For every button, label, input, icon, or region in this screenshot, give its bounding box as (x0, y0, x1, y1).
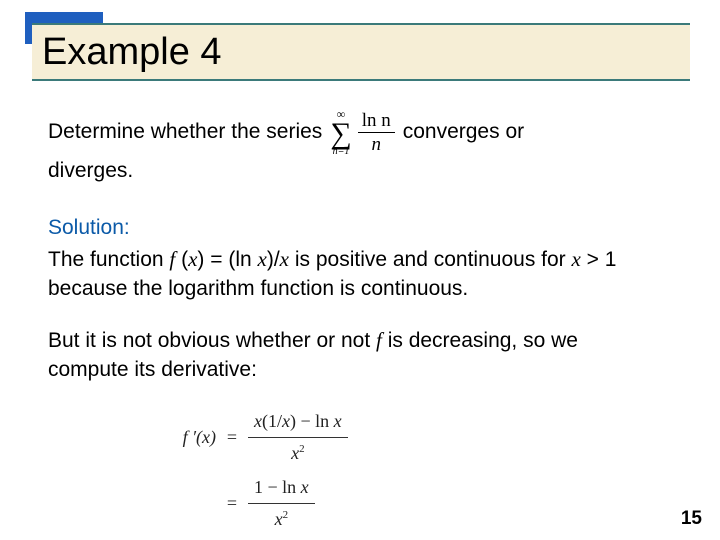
fraction-numerator: ln n (358, 111, 395, 133)
sum-lower: n=1 (333, 147, 350, 157)
sigma-operator: ∞ ∑ n=1 (330, 108, 351, 157)
derivative-lhs: f ′(x) (158, 425, 216, 450)
fraction-denominator: n (371, 133, 381, 154)
derivative-expression: f ′(x) = x(1/x) − ln x x2 = 1 − ln x x2 (158, 409, 658, 532)
problem-text-c: diverges. (48, 157, 658, 186)
spacer (48, 186, 658, 214)
derivative-line-1: f ′(x) = x(1/x) − ln x x2 (158, 409, 348, 466)
problem-text-b: converges or (403, 118, 524, 147)
problem-statement: Determine whether the series ∞ ∑ n=1 ln … (48, 108, 658, 186)
series-expression: ∞ ∑ n=1 ln n n (330, 108, 394, 157)
problem-line-1: Determine whether the series ∞ ∑ n=1 ln … (48, 108, 658, 157)
derivative-frac-1: x(1/x) − ln x x2 (248, 409, 348, 466)
frac2-denominator: x2 (275, 504, 289, 532)
slide-body: Determine whether the series ∞ ∑ n=1 ln … (48, 108, 658, 532)
solution-heading: Solution: (48, 214, 658, 243)
derivative-frac-2: 1 − ln x x2 (248, 475, 315, 532)
solution-paragraph-1: The function f (x) = (ln x)/x is positiv… (48, 245, 658, 304)
frac1-numerator: x(1/x) − ln x (248, 409, 348, 438)
frac1-denominator: x2 (291, 438, 305, 466)
page-number: 15 (681, 508, 702, 530)
frac2-numerator: 1 − ln x (248, 475, 315, 504)
equals-sign-1: = (226, 425, 238, 450)
series-term: ln n n (358, 111, 395, 154)
slide: Example 4 Determine whether the series ∞… (0, 0, 720, 540)
solution-paragraph-2: But it is not obvious whether or not f i… (48, 326, 658, 385)
slide-title: Example 4 (42, 31, 222, 74)
derivative-line-2: = 1 − ln x x2 (158, 475, 315, 532)
title-bar: Example 4 (32, 23, 690, 81)
problem-text-a: Determine whether the series (48, 118, 322, 147)
sigma-symbol: ∑ (330, 120, 351, 147)
equals-sign-2: = (226, 491, 238, 516)
